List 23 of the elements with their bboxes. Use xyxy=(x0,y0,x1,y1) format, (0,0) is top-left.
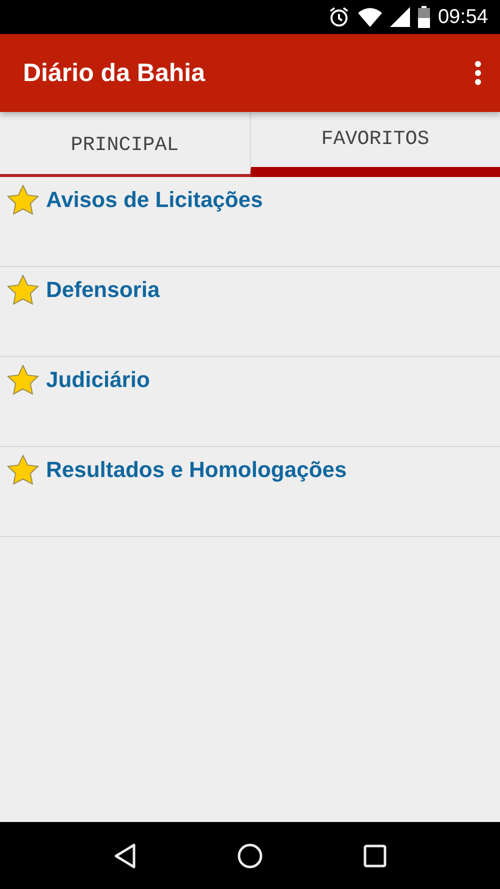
list-item[interactable]: Resultados e Homologações xyxy=(0,447,500,537)
battery-icon xyxy=(418,6,430,28)
item-label: Resultados e Homologações xyxy=(46,456,347,482)
tab[interactable]: FAVORITOS xyxy=(250,113,500,177)
overflow-menu-icon[interactable] xyxy=(474,60,482,86)
star-icon xyxy=(6,454,40,486)
star-icon xyxy=(6,274,40,306)
list-item[interactable]: Judiciário xyxy=(0,357,500,447)
star-icon xyxy=(6,184,40,216)
list-item[interactable]: Avisos de Licitações xyxy=(0,177,500,267)
back-icon[interactable] xyxy=(113,842,137,868)
clock: 09:54 xyxy=(438,6,488,28)
item-label: Defensoria xyxy=(46,276,160,302)
home-icon[interactable] xyxy=(237,842,263,868)
item-label: Avisos de Licitações xyxy=(46,186,263,212)
alarm-icon xyxy=(328,6,350,28)
recents-icon[interactable] xyxy=(363,844,387,868)
app-title: Diário da Bahia xyxy=(23,58,205,88)
wifi-icon xyxy=(358,7,382,27)
signal-icon xyxy=(390,7,410,27)
item-label: Judiciário xyxy=(46,366,150,392)
list-item[interactable]: Defensoria xyxy=(0,267,500,357)
star-icon xyxy=(6,364,40,396)
